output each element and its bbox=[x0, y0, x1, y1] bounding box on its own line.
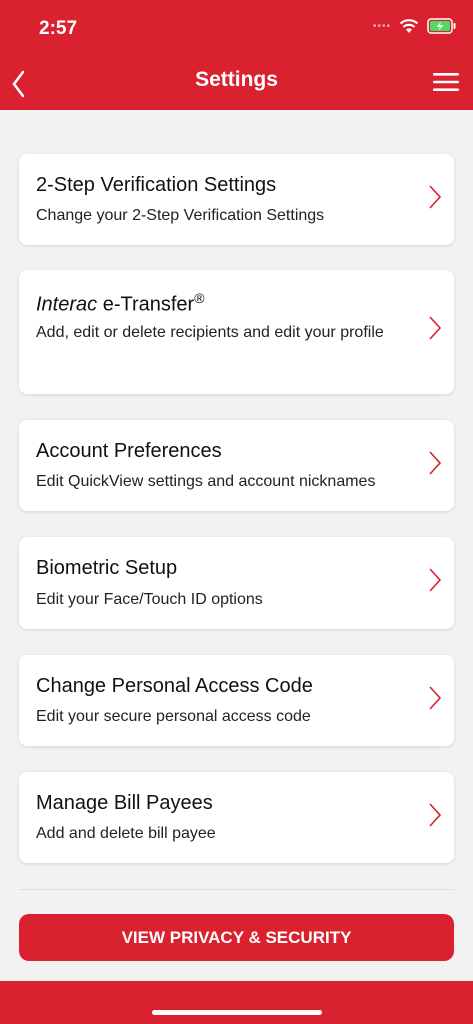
status-time: 2:57 bbox=[39, 18, 78, 39]
hamburger-menu-icon[interactable] bbox=[431, 70, 461, 94]
card-account-preferences[interactable]: Account Preferences Edit QuickView setti… bbox=[19, 420, 454, 511]
bottom-bar bbox=[0, 981, 473, 1024]
card-manage-bill-payees[interactable]: Manage Bill Payees Add and delete bill p… bbox=[19, 772, 454, 863]
wifi-icon bbox=[399, 19, 419, 33]
registered-mark: ® bbox=[194, 290, 205, 306]
chevron-right-icon bbox=[429, 451, 442, 475]
card-change-personal-access-code[interactable]: Change Personal Access Code Edit your se… bbox=[19, 655, 454, 746]
card-description: Edit your secure personal access code bbox=[36, 708, 311, 725]
card-title: Account Preferences bbox=[36, 440, 222, 462]
chevron-right-icon bbox=[429, 803, 442, 827]
page-title: Settings bbox=[195, 68, 278, 91]
card-description: Edit QuickView settings and account nick… bbox=[36, 473, 376, 490]
card-description: Add, edit or delete recipients and edit … bbox=[36, 324, 384, 341]
view-privacy-security-button[interactable]: VIEW PRIVACY & SECURITY bbox=[19, 914, 454, 961]
card-description: Add and delete bill payee bbox=[36, 825, 216, 842]
top-bar: 2:57 •••• Settings bbox=[0, 0, 473, 110]
status-icons: •••• bbox=[373, 18, 457, 34]
card-title-rest: e-Transfer bbox=[97, 293, 195, 316]
card-title: 2-Step Verification Settings bbox=[36, 174, 277, 196]
card-description: Edit your Face/Touch ID options bbox=[36, 591, 263, 608]
card-title: Change Personal Access Code bbox=[36, 675, 313, 697]
card-interac-etransfer[interactable]: Interac e-Transfer® Add, edit or delete … bbox=[19, 270, 454, 394]
battery-charging-icon bbox=[427, 18, 456, 34]
chevron-right-icon bbox=[429, 185, 442, 209]
chevron-right-icon bbox=[429, 568, 442, 592]
card-title: Manage Bill Payees bbox=[36, 792, 213, 814]
chevron-right-icon bbox=[429, 316, 442, 340]
divider bbox=[19, 889, 454, 890]
card-title-italic: Interac bbox=[36, 293, 98, 316]
card-description: Change your 2-Step Verification Settings bbox=[36, 207, 325, 224]
card-2-step-verification[interactable]: 2-Step Verification Settings Change your… bbox=[19, 154, 454, 245]
chevron-right-icon bbox=[429, 686, 442, 710]
cellular-signal-icon: •••• bbox=[372, 20, 391, 32]
home-indicator[interactable] bbox=[152, 1010, 322, 1015]
card-title: Biometric Setup bbox=[36, 557, 178, 579]
card-title: Interac e-Transfer® bbox=[36, 290, 205, 317]
card-biometric-setup[interactable]: Biometric Setup Edit your Face/Touch ID … bbox=[19, 537, 454, 629]
